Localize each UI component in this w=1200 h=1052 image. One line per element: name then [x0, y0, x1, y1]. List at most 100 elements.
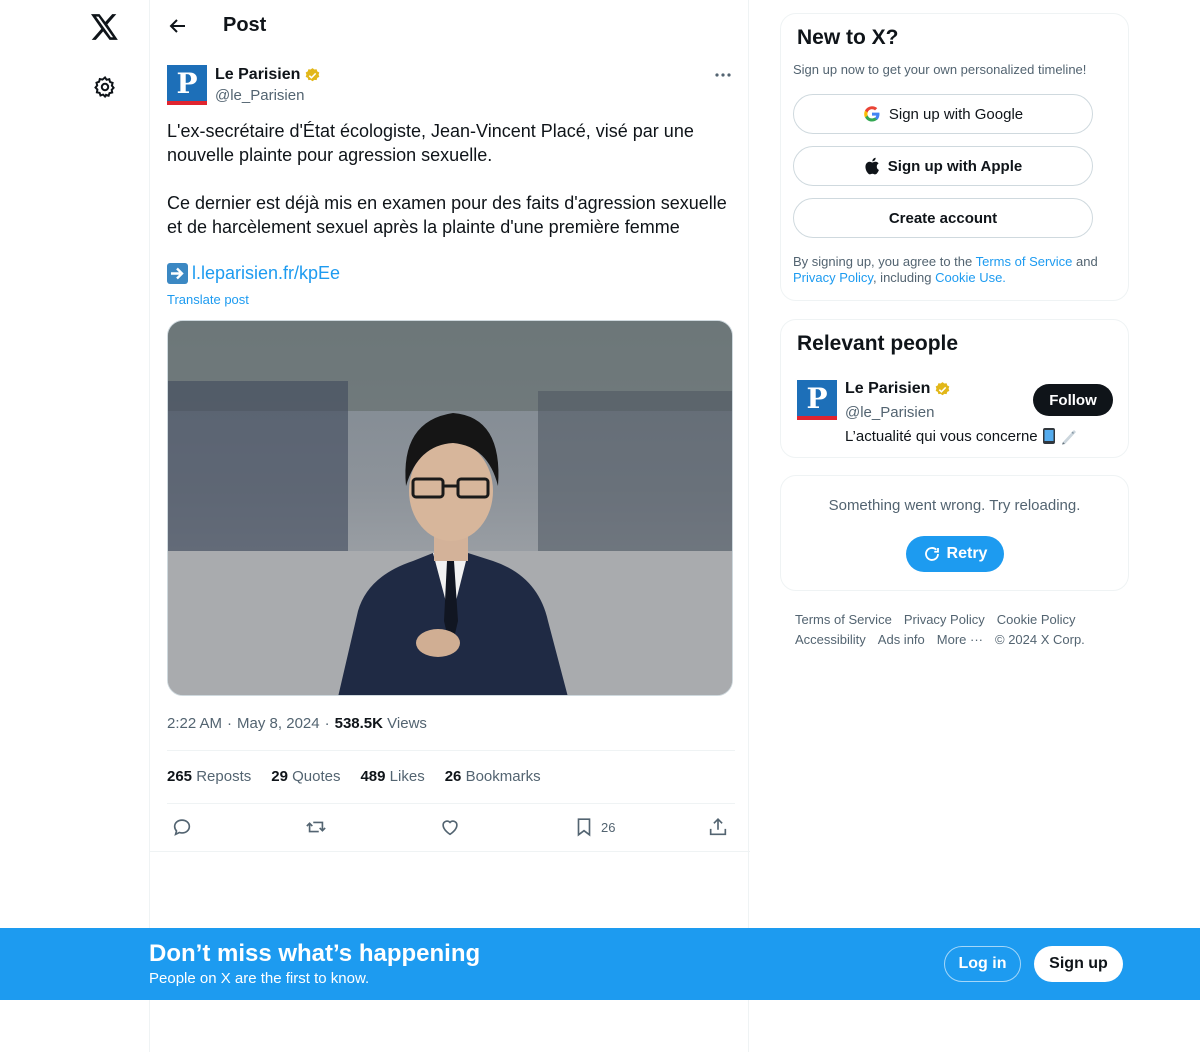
- quotes-stat[interactable]: 29 Quotes: [271, 768, 340, 785]
- quotes-count: 29: [271, 768, 288, 785]
- repost-icon: [306, 821, 326, 833]
- privacy-link[interactable]: Privacy Policy: [793, 270, 873, 285]
- settings-gear-icon[interactable]: [90, 72, 120, 102]
- follow-button[interactable]: Follow: [1033, 384, 1113, 416]
- likes-count: 489: [360, 768, 386, 785]
- post-link-row: l.leparisien.fr/kpEe: [167, 263, 340, 284]
- bookmarks-stat[interactable]: 26 Bookmarks: [445, 768, 541, 785]
- bookmarks-label: Bookmarks: [465, 768, 541, 785]
- views-count: 538.5K: [334, 715, 383, 732]
- author-name[interactable]: Le Parisien: [215, 66, 300, 84]
- heart-icon: [442, 820, 458, 836]
- relevant-bio-row: L’actualité qui vous concerne: [845, 427, 1078, 445]
- bookmark-icon: [577, 818, 591, 837]
- divider: [167, 750, 735, 751]
- left-nav: [0, 0, 150, 1052]
- bookmark-action-count: 26: [601, 819, 616, 835]
- post-header: Post: [150, 0, 750, 54]
- post-paragraph-1: L'ex-secrétaire d'État écologiste, Jean-…: [167, 121, 694, 165]
- verified-badge-icon[interactable]: [304, 67, 321, 84]
- reply-icon: [173, 819, 191, 836]
- relevant-name[interactable]: Le Parisien: [845, 380, 930, 398]
- more-options-icon[interactable]: [712, 66, 734, 84]
- footer-copyright: © 2024 X Corp.: [995, 632, 1085, 647]
- refresh-icon: [924, 547, 939, 561]
- footer-row-1: Terms of Service Privacy Policy Cookie Pol…: [795, 610, 1125, 630]
- divider: [167, 803, 735, 804]
- avatar-letter: P: [176, 66, 198, 100]
- signup-card-title: New to X?: [797, 26, 899, 49]
- post-paragraph-2: Ce dernier est déjà mis en examen pour d…: [167, 193, 727, 237]
- right-arrow-emoji-icon: [167, 263, 188, 284]
- share-icon: [709, 818, 727, 836]
- footer-terms-link[interactable]: Terms of Service: [795, 612, 892, 627]
- footer-more-link[interactable]: More ···: [937, 632, 983, 647]
- reposts-label: Reposts: [196, 768, 252, 785]
- likes-label: Likes: [389, 768, 425, 785]
- footer-accessibility-link[interactable]: Accessibility: [795, 632, 866, 647]
- post-text: L'ex-secrétaire d'État écologiste, Jean-…: [167, 119, 737, 263]
- post-link[interactable]: l.leparisien.fr/kpEe: [192, 263, 340, 284]
- legal-and: and: [1072, 254, 1098, 269]
- footer-privacy-link[interactable]: Privacy Policy: [904, 612, 985, 627]
- post-image[interactable]: [167, 320, 733, 696]
- google-icon: [864, 106, 880, 122]
- relevant-avatar[interactable]: P: [797, 380, 837, 420]
- login-button[interactable]: Log in: [944, 946, 1021, 982]
- relevant-bio: L’actualité qui vous concerne: [845, 427, 1038, 445]
- reposts-stat[interactable]: 265 Reposts: [167, 768, 251, 785]
- apple-icon: [865, 157, 879, 175]
- bottom-signup-banner: Don’t miss what’s happening People on X …: [0, 928, 1200, 1000]
- engagement-stats: 265 Reposts 29 Quotes 489 Likes 26 Bookm…: [167, 768, 541, 785]
- share-button[interactable]: [707, 814, 729, 840]
- signup-apple-label: Sign up with Apple: [887, 157, 1023, 175]
- likes-stat[interactable]: 489 Likes: [360, 768, 424, 785]
- signup-google-label: Sign up with Google: [888, 105, 1024, 123]
- reply-button[interactable]: [171, 814, 193, 840]
- legal-including: , including: [872, 270, 936, 285]
- bookmarks-count: 26: [444, 768, 462, 785]
- author-avatar[interactable]: P: [167, 65, 207, 105]
- views-label: Views: [387, 715, 427, 732]
- newspaper-emoji-icon: [1061, 430, 1076, 445]
- footer-row-2: Accessibility Ads info More ··· © 2024 X Co…: [795, 630, 1125, 650]
- quotes-label: Quotes: [292, 768, 341, 785]
- meta-separator: ·: [227, 715, 233, 732]
- retry-button[interactable]: Retry: [906, 536, 1004, 572]
- signup-card-subtitle: Sign up now to get your own personalized…: [793, 62, 1087, 77]
- banner-subtitle: People on X are the first to know.: [149, 970, 370, 987]
- retry-label: Retry: [946, 545, 988, 562]
- relevant-people-title: Relevant people: [797, 332, 959, 355]
- footer-cookie-link[interactable]: Cookie Policy: [997, 612, 1076, 627]
- sidebar-footer: Terms of Service Privacy Policy Cookie Pol…: [795, 610, 1125, 650]
- author-handle[interactable]: @le_Parisien: [215, 87, 304, 104]
- post-timestamp-row: 2:22 AM · May 8, 2024 · 538.5K Views: [167, 715, 427, 732]
- like-button[interactable]: [439, 814, 461, 840]
- signup-card: New to X? Sign up now to get your own pe…: [780, 13, 1129, 301]
- signup-google-button[interactable]: Sign up with Google: [793, 94, 1093, 134]
- relevant-name-row[interactable]: Le Parisien: [845, 380, 951, 398]
- banner-title: Don’t miss what’s happening: [149, 940, 481, 967]
- signup-apple-button[interactable]: Sign up with Apple: [793, 146, 1093, 186]
- terms-link[interactable]: Terms of Service: [976, 254, 1073, 269]
- create-account-button[interactable]: Create account: [793, 198, 1093, 238]
- translate-post-link[interactable]: Translate post: [167, 292, 249, 307]
- phone-emoji-icon: [1042, 428, 1055, 444]
- signup-button[interactable]: Sign up: [1034, 946, 1123, 982]
- page-title: Post: [223, 14, 267, 36]
- post-time[interactable]: 2:22 AM: [167, 715, 222, 732]
- x-logo-icon[interactable]: [88, 10, 122, 44]
- footer-ads-link[interactable]: Ads info: [878, 632, 925, 647]
- divider: [150, 851, 750, 852]
- photo-illustration: [168, 321, 732, 695]
- author-name-row[interactable]: Le Parisien: [215, 66, 321, 84]
- bookmark-button[interactable]: 26: [573, 814, 615, 840]
- post-date[interactable]: May 8, 2024: [237, 715, 320, 732]
- relevant-handle[interactable]: @le_Parisien: [845, 404, 934, 421]
- relevant-people-card: Relevant people P Le Parisien @le_Parisi…: [780, 319, 1129, 458]
- cookie-link[interactable]: Cookie Use.: [935, 270, 1006, 285]
- repost-button[interactable]: [305, 814, 327, 840]
- avatar-letter: P: [806, 381, 828, 415]
- reposts-count: 265: [167, 768, 193, 785]
- back-arrow-icon[interactable]: [164, 12, 192, 40]
